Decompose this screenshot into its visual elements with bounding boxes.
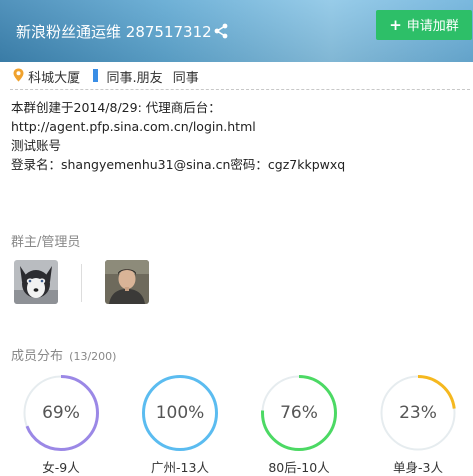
person-avatar-icon xyxy=(105,260,149,304)
group-description: 本群创建于2014/8/29: 代理商后台： http://agent.pfp.s… xyxy=(11,98,345,174)
age-percent: 76% xyxy=(280,403,318,423)
description-line: 本群创建于2014/8/29: 代理商后台： xyxy=(11,100,221,115)
category-tag: 同事.朋友 xyxy=(106,71,163,86)
group-name: 新浪粉丝通运维 xyxy=(16,23,122,41)
location-pin-icon xyxy=(13,68,24,82)
single-percent: 23% xyxy=(399,403,437,423)
join-group-label: 申请加群 xyxy=(406,19,459,34)
description-line: 测试账号 xyxy=(11,138,62,153)
single-label: 单身-3人 xyxy=(393,460,443,475)
location-tag: 科城大厦 xyxy=(28,71,81,86)
description-link: http://agent.pfp.sina.com.cn/login.html xyxy=(11,119,256,134)
divider xyxy=(10,89,470,90)
admins-section-title: 群主/管理员 xyxy=(11,235,81,250)
avatar-separator xyxy=(81,264,82,302)
admin-avatar-manager[interactable] xyxy=(105,260,149,304)
single-stat: 23% 单身-3人 xyxy=(380,375,456,475)
members-section-title: 成员分布 (13/200) xyxy=(11,345,116,364)
type-tag: 同事 xyxy=(172,71,199,86)
gender-stat: 69% 女-9人 xyxy=(23,375,99,475)
gender-percent: 69% xyxy=(42,403,80,423)
age-label: 80后-10人 xyxy=(268,460,330,475)
group-tags: 科城大厦 同事.朋友 同事 xyxy=(13,67,199,86)
city-stat: 100% 广州-13人 xyxy=(142,375,218,475)
city-percent: 100% xyxy=(155,403,205,423)
group-title: 新浪粉丝通运维 287517312 xyxy=(16,21,212,42)
group-id: 287517312 xyxy=(125,23,212,41)
category-marker-icon xyxy=(93,69,99,82)
share-icon[interactable] xyxy=(213,23,229,39)
description-line: 登录名：shangyemenhu31@sina.cn密码：cgz7kkpwxq xyxy=(11,157,346,172)
age-stat: 76% 80后-10人 xyxy=(261,375,337,475)
gender-label: 女-9人 xyxy=(42,460,80,475)
plus-icon: + xyxy=(389,16,402,34)
join-group-button[interactable]: + 申请加群 xyxy=(376,10,472,40)
city-label: 广州-13人 xyxy=(151,460,209,475)
members-title: 成员分布 xyxy=(11,349,64,364)
members-count: (13/200) xyxy=(69,350,117,363)
admin-avatar-owner[interactable] xyxy=(14,260,58,304)
husky-avatar-icon xyxy=(14,260,58,304)
